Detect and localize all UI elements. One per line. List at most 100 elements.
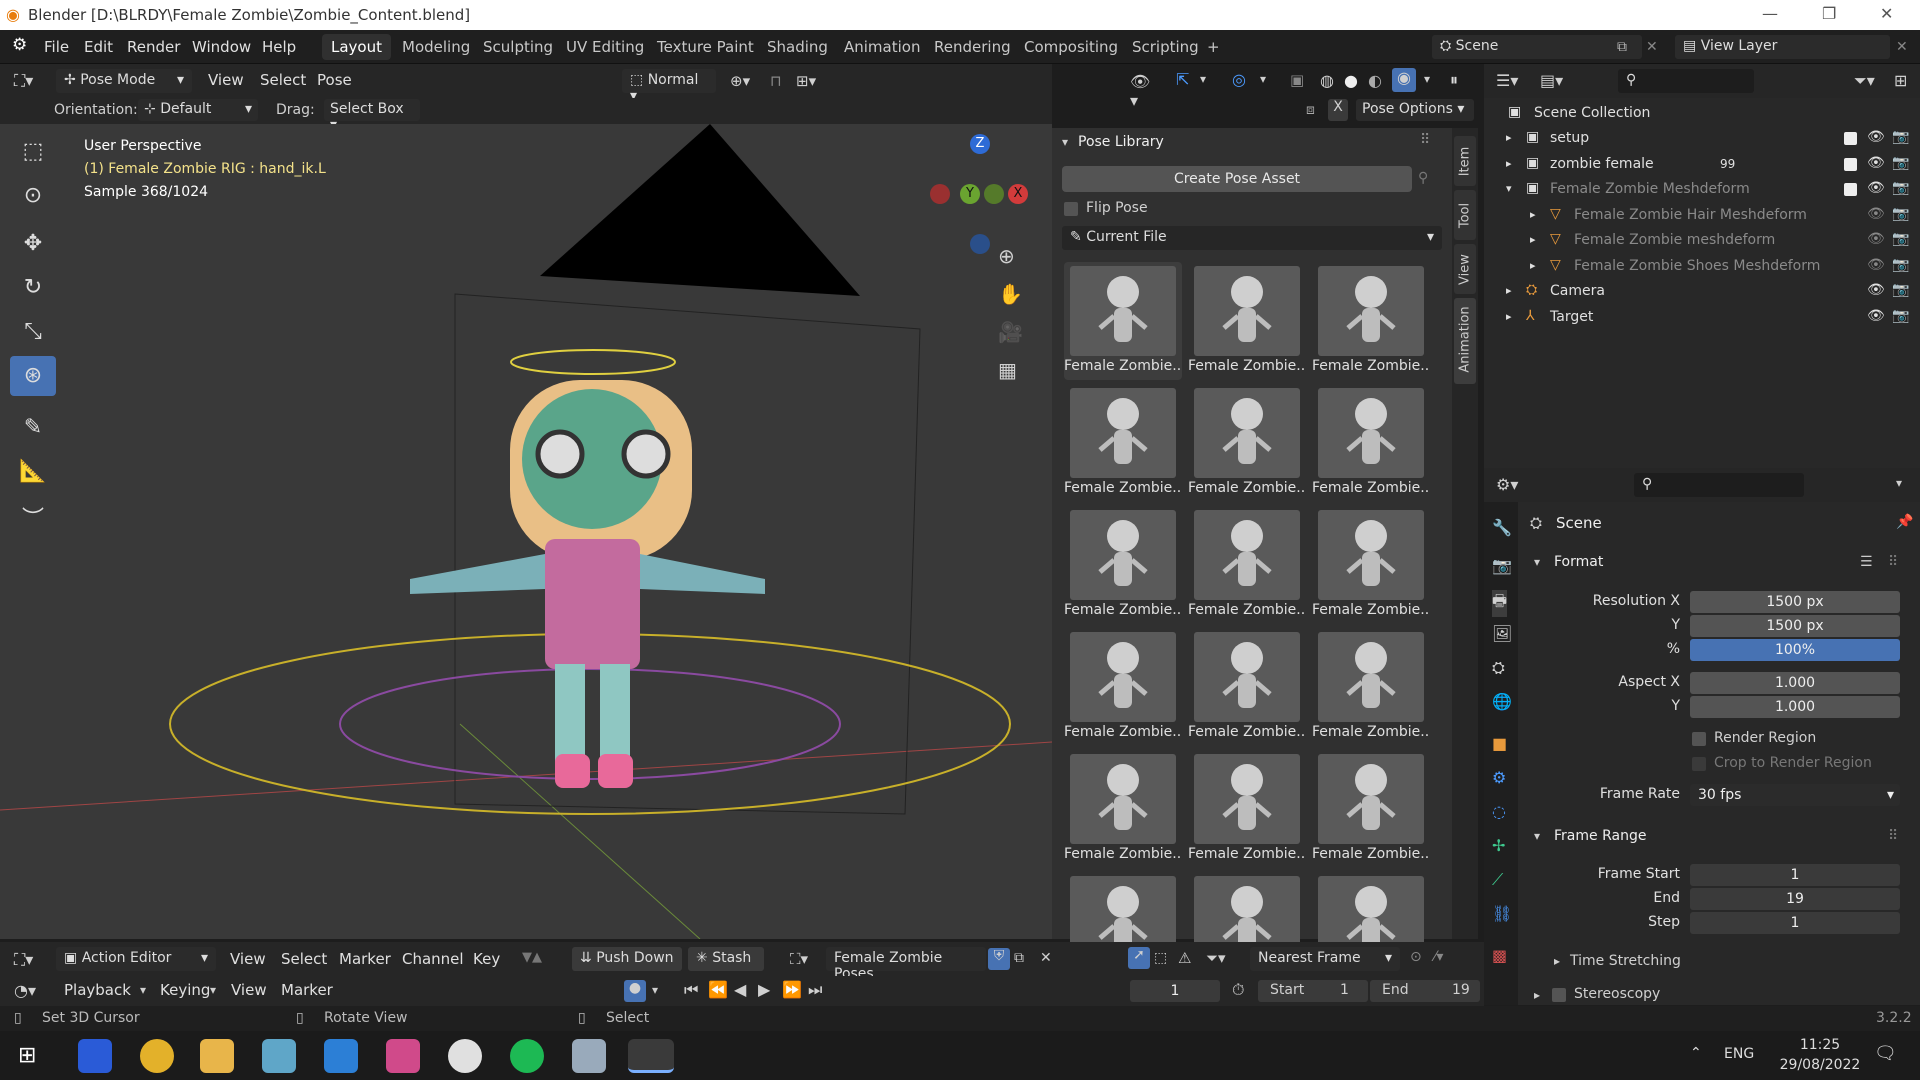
menu-file[interactable]: File (44, 38, 69, 56)
frame-step-field[interactable]: 1 (1690, 912, 1900, 934)
zoom-icon[interactable]: ⊕ (998, 244, 1015, 268)
texture-tab-icon[interactable]: ▩ (1492, 946, 1507, 965)
play-reverse-icon[interactable]: ◀ (734, 980, 746, 999)
snap-icon[interactable]: ⊓ (770, 72, 782, 90)
pivot-icon[interactable]: ⊕▾ (730, 72, 750, 90)
render-tab-icon[interactable]: 📷 (1492, 556, 1512, 575)
gizmo-y-axis[interactable]: Y (960, 184, 980, 204)
current-frame-field[interactable]: 1 (1130, 980, 1220, 1002)
render-camera-icon[interactable]: 📷 (1892, 155, 1909, 171)
pin-icon[interactable]: 📌 (1896, 514, 1913, 530)
pose-thumbnail[interactable]: Female Zombie... (1312, 628, 1430, 746)
pose-thumbnail[interactable]: Female Zombie... (1064, 262, 1182, 380)
auto-keying-dropdown-icon[interactable]: ▾ (652, 983, 658, 997)
menu-view[interactable]: View (208, 71, 244, 89)
snap-target-icon[interactable]: ⊞▾ (796, 72, 816, 90)
tab-shading[interactable]: Shading (758, 34, 837, 60)
tab-sculpting[interactable]: Sculpting (474, 34, 562, 60)
relax-pose-tool-icon[interactable]: ︶ (10, 500, 56, 540)
timeline-marker-menu[interactable]: Marker (281, 981, 333, 999)
gizmo-toggle-icon[interactable]: ⇱ (1176, 70, 1189, 89)
tab-scripting[interactable]: Scripting (1123, 34, 1208, 60)
render-camera-icon[interactable]: 📷 (1892, 206, 1909, 222)
tab-compositing[interactable]: Compositing (1015, 34, 1127, 60)
action-menu-view[interactable]: View (230, 950, 266, 968)
tab-uv-editing[interactable]: UV Editing (557, 34, 653, 60)
pose-thumbnail[interactable]: Female Zombie... (1312, 750, 1430, 868)
gizmo-x-axis[interactable]: X (1008, 184, 1028, 204)
visibility-eye-icon[interactable]: 👁 (1867, 231, 1885, 247)
gizmo-z-axis[interactable]: Z (970, 134, 990, 154)
wireframe-shading-icon[interactable]: ◍ (1320, 71, 1334, 90)
measure-tool-icon[interactable]: 📐 (10, 452, 56, 492)
rendered-shading-icon[interactable]: ◉ (1392, 68, 1416, 92)
language-indicator[interactable]: ENG (1724, 1046, 1754, 1062)
tab-tool[interactable]: Tool (1454, 190, 1476, 240)
tab-animation[interactable]: Animation (835, 34, 929, 60)
select-box-tool-icon[interactable]: ⬚ (10, 132, 56, 172)
pose-library-header[interactable]: ▾ Pose Library ⠿ (1052, 128, 1452, 158)
pose-thumbnail[interactable]: Female Zombie... (1188, 750, 1306, 868)
expand-arrow-icon[interactable]: ▸ (1530, 233, 1536, 246)
render-camera-icon[interactable]: 📷 (1892, 129, 1909, 145)
play-icon[interactable]: ▶ (758, 980, 770, 999)
crop-region-checkbox[interactable] (1692, 757, 1706, 771)
outliner-row[interactable]: ▸ ⛭ Camera 👁 📷 (1484, 280, 1920, 305)
tab-view[interactable]: View (1454, 244, 1476, 294)
move-tool-icon[interactable]: ✥ (10, 224, 56, 264)
properties-editor-icon[interactable]: ⚙▾ (1496, 475, 1518, 494)
drag-handle-icon[interactable]: ⠿ (1420, 132, 1430, 148)
rotate-tool-icon[interactable]: ↻ (10, 268, 56, 308)
new-action-icon[interactable]: ⧉ (1014, 950, 1024, 966)
tab-modeling[interactable]: Modeling (393, 34, 479, 60)
jump-start-icon[interactable]: ⏮ (684, 980, 698, 1000)
outliner-row[interactable]: ▸ ▣ setup 👁 📷 (1484, 127, 1920, 152)
xray-icon[interactable]: ▣ (1290, 71, 1304, 89)
exclude-checkbox[interactable] (1844, 132, 1857, 145)
visibility-icon[interactable]: 👁▾ (1130, 72, 1150, 110)
action-editor-type-icon[interactable]: ⛶▾ (14, 950, 33, 970)
tool-tab-icon[interactable]: 🔧 (1492, 518, 1512, 537)
resolution-y-field[interactable]: 1500 px (1690, 615, 1900, 637)
visibility-eye-icon[interactable]: 👁 (1867, 155, 1885, 171)
time-stretching-subpanel[interactable]: Time Stretching (1570, 953, 1681, 969)
overlay-toggle-icon[interactable]: ◎ (1232, 70, 1246, 89)
unlink-action-icon[interactable]: ✕ (1040, 950, 1052, 966)
layer-down-icon[interactable]: ▼▲ (522, 950, 542, 965)
pan-hand-icon[interactable]: ✋ (998, 282, 1023, 306)
minimize-icon[interactable]: — (1762, 4, 1778, 23)
taskbar-app-icon-9[interactable] (572, 1039, 606, 1073)
object-tab-icon[interactable]: ■ (1492, 734, 1507, 753)
taskbar-app-icon-6[interactable] (386, 1039, 420, 1073)
render-camera-icon[interactable]: 📷 (1892, 257, 1909, 273)
menu-pose[interactable]: Pose (317, 71, 352, 89)
end-frame-field[interactable]: End 19 (1370, 980, 1480, 1002)
add-workspace-button[interactable]: + (1198, 34, 1229, 60)
pose-thumbnail[interactable]: Female Zombie... (1064, 506, 1182, 624)
gizmo-neg-x-axis[interactable] (930, 184, 950, 204)
visibility-eye-icon[interactable]: 👁 (1867, 282, 1885, 298)
outliner-row[interactable]: ▸ ▽ Female Zombie Shoes Meshdeform 👁 📷 (1484, 255, 1920, 280)
jump-next-key-icon[interactable]: ⏩ (782, 980, 802, 999)
frame-range-panel-title[interactable]: Frame Range (1554, 828, 1646, 844)
tab-animation[interactable]: Animation (1454, 298, 1476, 384)
taskbar-date[interactable]: 29/08/2022 (1774, 1057, 1866, 1073)
3d-viewport[interactable]: User Perspective (1) Female Zombie RIG :… (0, 124, 1052, 939)
menu-render[interactable]: Render (127, 38, 180, 56)
menu-select[interactable]: Select (260, 71, 306, 89)
filters-icon[interactable]: ⏷▾ (1206, 949, 1226, 967)
taskbar-app-icon-1[interactable] (78, 1039, 112, 1073)
expand-arrow-icon[interactable]: ▸ (1506, 157, 1512, 170)
exclude-checkbox[interactable] (1844, 157, 1857, 171)
outliner-editor-icon[interactable]: ☰▾ (1496, 71, 1518, 90)
mode-selector[interactable]: ✢ Pose Mode ▾ (56, 69, 192, 93)
library-selector[interactable]: ✎ Current File ▾ (1062, 226, 1442, 250)
bone-tab-icon[interactable]: ⟋ (1492, 870, 1503, 890)
exclude-checkbox[interactable] (1844, 183, 1857, 196)
expand-arrow-icon[interactable]: ▸ (1506, 284, 1512, 297)
new-scene-icon[interactable]: ⧉ (1617, 39, 1627, 55)
falloff-icon[interactable]: ⁄▾ (1434, 949, 1443, 965)
timeline-view-menu[interactable]: View (231, 981, 267, 999)
only-selected-icon[interactable]: ➚ (1128, 947, 1150, 969)
render-camera-icon[interactable]: 📷 (1892, 282, 1909, 298)
